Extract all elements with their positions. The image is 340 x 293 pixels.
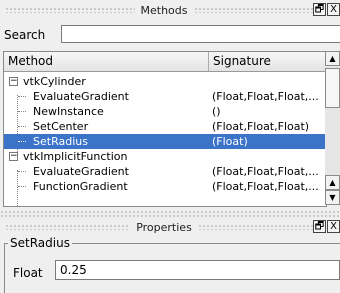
scroll-up-arrow-icon[interactable]: ▲ <box>325 175 340 190</box>
row-method-name: vtkImplicitFunction <box>23 150 128 163</box>
tree-connector <box>18 186 26 187</box>
row-signature: () <box>212 105 221 118</box>
row-method-name: EvaluateGradient <box>33 165 129 178</box>
properties-title: Properties <box>136 220 192 234</box>
float-panel-button[interactable]: 🗗 <box>313 220 326 233</box>
tree-row[interactable]: EvaluateGradient (Float,Float,Float,... <box>4 89 326 104</box>
property-group-title: SetRadius <box>8 236 72 250</box>
tree-vertical-scrollbar[interactable]: ▲ ▲ ▼ <box>325 51 340 205</box>
tree-row-selected[interactable]: SetRadius (Float) <box>4 134 326 149</box>
drag-grip[interactable] <box>5 224 131 230</box>
row-method-name: NewInstance <box>33 105 104 118</box>
row-signature: (Float,Float,Float,... <box>212 90 319 103</box>
close-panel-button[interactable]: X <box>327 3 340 16</box>
drag-grip[interactable] <box>197 224 323 230</box>
row-method-name: FunctionGradient <box>33 180 128 193</box>
drag-grip[interactable] <box>5 7 135 13</box>
methods-title: Methods <box>140 3 188 17</box>
row-signature: (Float) <box>212 135 248 148</box>
row-signature: (Float,Float,Float) <box>212 120 310 133</box>
method-tree[interactable]: Method Signature − vtkCylinder EvaluateG… <box>3 51 327 207</box>
float-field-label: Float <box>13 266 43 280</box>
collapse-icon[interactable]: − <box>9 77 18 86</box>
tree-row-vtkimplicitfunction[interactable]: − vtkImplicitFunction <box>4 149 326 164</box>
search-label: Search <box>4 28 46 42</box>
close-panel-button[interactable]: X <box>327 220 340 233</box>
drag-grip[interactable] <box>193 7 323 13</box>
panel-splitter-handle[interactable] <box>0 210 340 218</box>
scroll-down-arrow-icon[interactable]: ▼ <box>325 190 340 205</box>
tree-header: Method Signature <box>4 52 326 72</box>
tree-row[interactable]: NewInstance () <box>4 104 326 119</box>
tree-row-vtkcylinder[interactable]: − vtkCylinder <box>4 74 326 89</box>
tree-row[interactable]: EvaluateGradient (Float,Float,Float,... <box>4 164 326 179</box>
method-column-header[interactable]: Method <box>4 52 209 71</box>
tree-connector <box>18 171 26 172</box>
row-signature: (Float,Float,Float,... <box>212 165 319 178</box>
tree-connector <box>18 96 26 97</box>
tree-connector <box>18 141 26 142</box>
float-value-input[interactable]: 0.25 <box>55 260 340 280</box>
scrollbar-thumb[interactable] <box>325 68 340 108</box>
search-input[interactable] <box>61 25 340 43</box>
tree-row[interactable]: SetCenter (Float,Float,Float) <box>4 119 326 134</box>
row-method-name: vtkCylinder <box>23 75 86 88</box>
row-method-name: SetCenter <box>33 120 89 133</box>
collapse-icon[interactable]: − <box>9 152 18 161</box>
row-method-name: EvaluateGradient <box>33 90 129 103</box>
row-method-name: SetRadius <box>33 135 88 148</box>
properties-titlebar[interactable]: Properties <box>5 219 323 235</box>
methods-titlebar[interactable]: Methods <box>5 2 323 18</box>
tree-connector <box>18 126 26 127</box>
scroll-up-arrow-icon[interactable]: ▲ <box>325 51 340 66</box>
signature-column-header[interactable]: Signature <box>209 52 326 71</box>
float-panel-button[interactable]: 🗗 <box>313 3 326 16</box>
tree-row[interactable]: FunctionGradient (Float,Float,Float,... <box>4 179 326 194</box>
tree-connector <box>18 111 26 112</box>
row-signature: (Float,Float,Float,... <box>212 180 319 193</box>
